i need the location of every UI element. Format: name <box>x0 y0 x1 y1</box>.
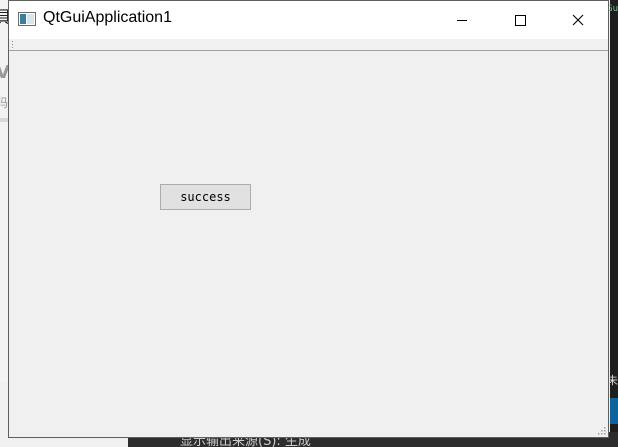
window-title: QtGuiApplication1 <box>43 9 172 26</box>
toolbar-handle-icon[interactable] <box>12 41 14 48</box>
qt-app-icon <box>18 12 36 26</box>
main-window: QtGuiApplication1 success <box>8 0 609 438</box>
background-window-right: Gu 未 <box>607 0 618 447</box>
success-button[interactable]: success <box>160 184 251 210</box>
title-bar[interactable]: QtGuiApplication1 <box>9 1 608 39</box>
size-grip-icon[interactable] <box>596 425 606 435</box>
background-accent <box>610 398 618 424</box>
central-widget: success <box>9 51 608 437</box>
minimize-button[interactable] <box>439 1 485 39</box>
close-button[interactable] <box>555 1 601 39</box>
minimize-icon <box>457 20 467 21</box>
maximize-button[interactable] <box>497 1 543 39</box>
main-toolbar <box>9 39 608 51</box>
close-icon <box>572 14 584 26</box>
maximize-icon <box>515 15 526 26</box>
background-text: 吗 <box>0 96 9 110</box>
